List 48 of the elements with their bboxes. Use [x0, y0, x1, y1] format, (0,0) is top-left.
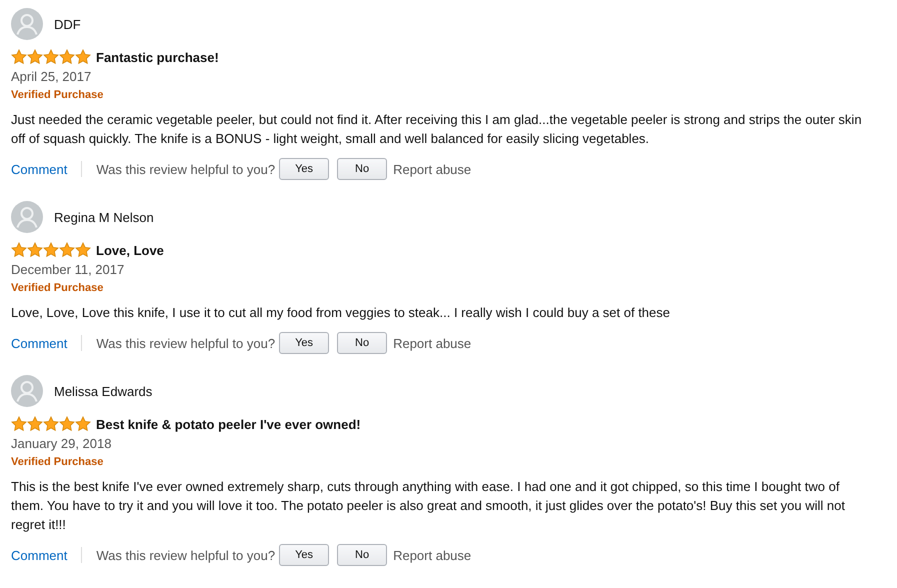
no-button[interactable]: No [337, 544, 388, 566]
star-icon [59, 416, 75, 432]
review-title[interactable]: Fantastic purchase! [96, 50, 219, 64]
review-date: January 29, 2018 [11, 435, 112, 452]
yes-button[interactable]: Yes [279, 544, 330, 566]
comment-link[interactable]: Comment [11, 336, 68, 350]
report-abuse-link[interactable]: Report abuse [393, 336, 472, 350]
reviewer-name: DDF [54, 16, 81, 32]
avatar-icon [11, 8, 43, 40]
reviewer-name: Regina M Nelson [54, 210, 154, 224]
star-icon [43, 416, 59, 432]
comment-link[interactable]: Comment [11, 162, 68, 176]
report-abuse-link[interactable]: Report abuse [393, 548, 472, 562]
comment-link[interactable]: Comment [11, 548, 68, 562]
yes-button[interactable]: Yes [279, 332, 330, 354]
yes-button[interactable]: Yes [279, 158, 330, 180]
star-icon [27, 242, 43, 258]
star-icon [11, 49, 27, 65]
review-text: Just needed the ceramic vegetable peeler, but could not find it. After receiving this I am glad...the vegetable peeler is strong and strips the outer skin off of squash quickly. The knife is a BONUS - light weight, small and well balanced for easily slicing vegetables. [11, 111, 863, 148]
star-icon [27, 416, 43, 432]
review-text: Love, Love, Love this knife, I use it to cut all my food from veggies to steak... I really wish I could buy a set of these [11, 304, 672, 322]
star-icon [59, 49, 75, 65]
review-date: December 11, 2017 [11, 261, 126, 278]
star-icon [75, 416, 91, 432]
verified-purchase-label: Verified Purchase [11, 88, 104, 103]
avatar-icon [11, 201, 43, 233]
star-icon [75, 242, 91, 258]
review-text: This is the best knife I've ever owned extremely sharp, cuts through anything with ease. I had one and it got chipped, so this time I bought two of them. You have to try it and you will love it too. The potato peeler is also great and smooth, it just glides over the potato's! Buy this set you will not regret it!!! [11, 478, 846, 534]
review-date: April 25, 2017 [11, 68, 92, 85]
verified-purchase-label: Verified Purchase [11, 455, 104, 470]
reviewer-name: Melissa Edwards [54, 384, 152, 398]
star-icon [59, 242, 75, 258]
star-icon [11, 416, 27, 432]
star-icon [11, 242, 27, 258]
star-icon [43, 49, 59, 65]
avatar-icon [11, 375, 43, 407]
star-icon [27, 49, 43, 65]
no-button[interactable]: No [337, 158, 388, 180]
helpful-question: Was this review helpful to you? [96, 548, 276, 562]
report-abuse-link[interactable]: Report abuse [393, 162, 472, 176]
star-icon [75, 49, 91, 65]
helpful-question: Was this review helpful to you? [96, 336, 276, 350]
star-icon [43, 242, 59, 258]
review-title[interactable]: Love, Love [96, 242, 164, 258]
verified-purchase-label: Verified Purchase [11, 281, 104, 296]
no-button[interactable]: No [337, 332, 388, 354]
helpful-question: Was this review helpful to you? [96, 162, 276, 176]
review-title[interactable]: Best knife & potato peeler I've ever owned! [96, 416, 361, 432]
